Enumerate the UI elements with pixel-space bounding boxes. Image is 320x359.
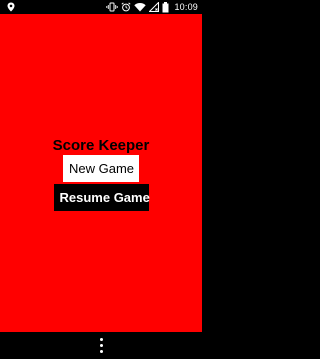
status-clock: 10:09	[174, 2, 198, 12]
overflow-menu-icon[interactable]	[96, 338, 106, 353]
location-icon	[7, 2, 15, 12]
screen: 10:09 Score Keeper New Game Resume Game	[0, 0, 202, 359]
alarm-icon	[121, 2, 131, 12]
vibrate-icon	[106, 2, 119, 12]
signal-icon	[149, 2, 160, 12]
menu-dot	[99, 350, 103, 353]
menu-dot	[99, 344, 103, 347]
app-content: Score Keeper New Game Resume Game	[0, 14, 202, 332]
app-title: Score Keeper	[52, 137, 150, 154]
new-game-button[interactable]: New Game	[63, 155, 139, 182]
battery-icon	[162, 1, 169, 12]
wifi-icon	[134, 3, 147, 12]
status-bar: 10:09	[0, 0, 202, 14]
menu-stack: Score Keeper New Game Resume Game	[0, 138, 202, 211]
menu-dot	[99, 338, 103, 341]
navigation-bar	[0, 332, 202, 359]
status-icons: 10:09	[106, 1, 198, 13]
resume-game-button[interactable]: Resume Game	[53, 184, 150, 211]
